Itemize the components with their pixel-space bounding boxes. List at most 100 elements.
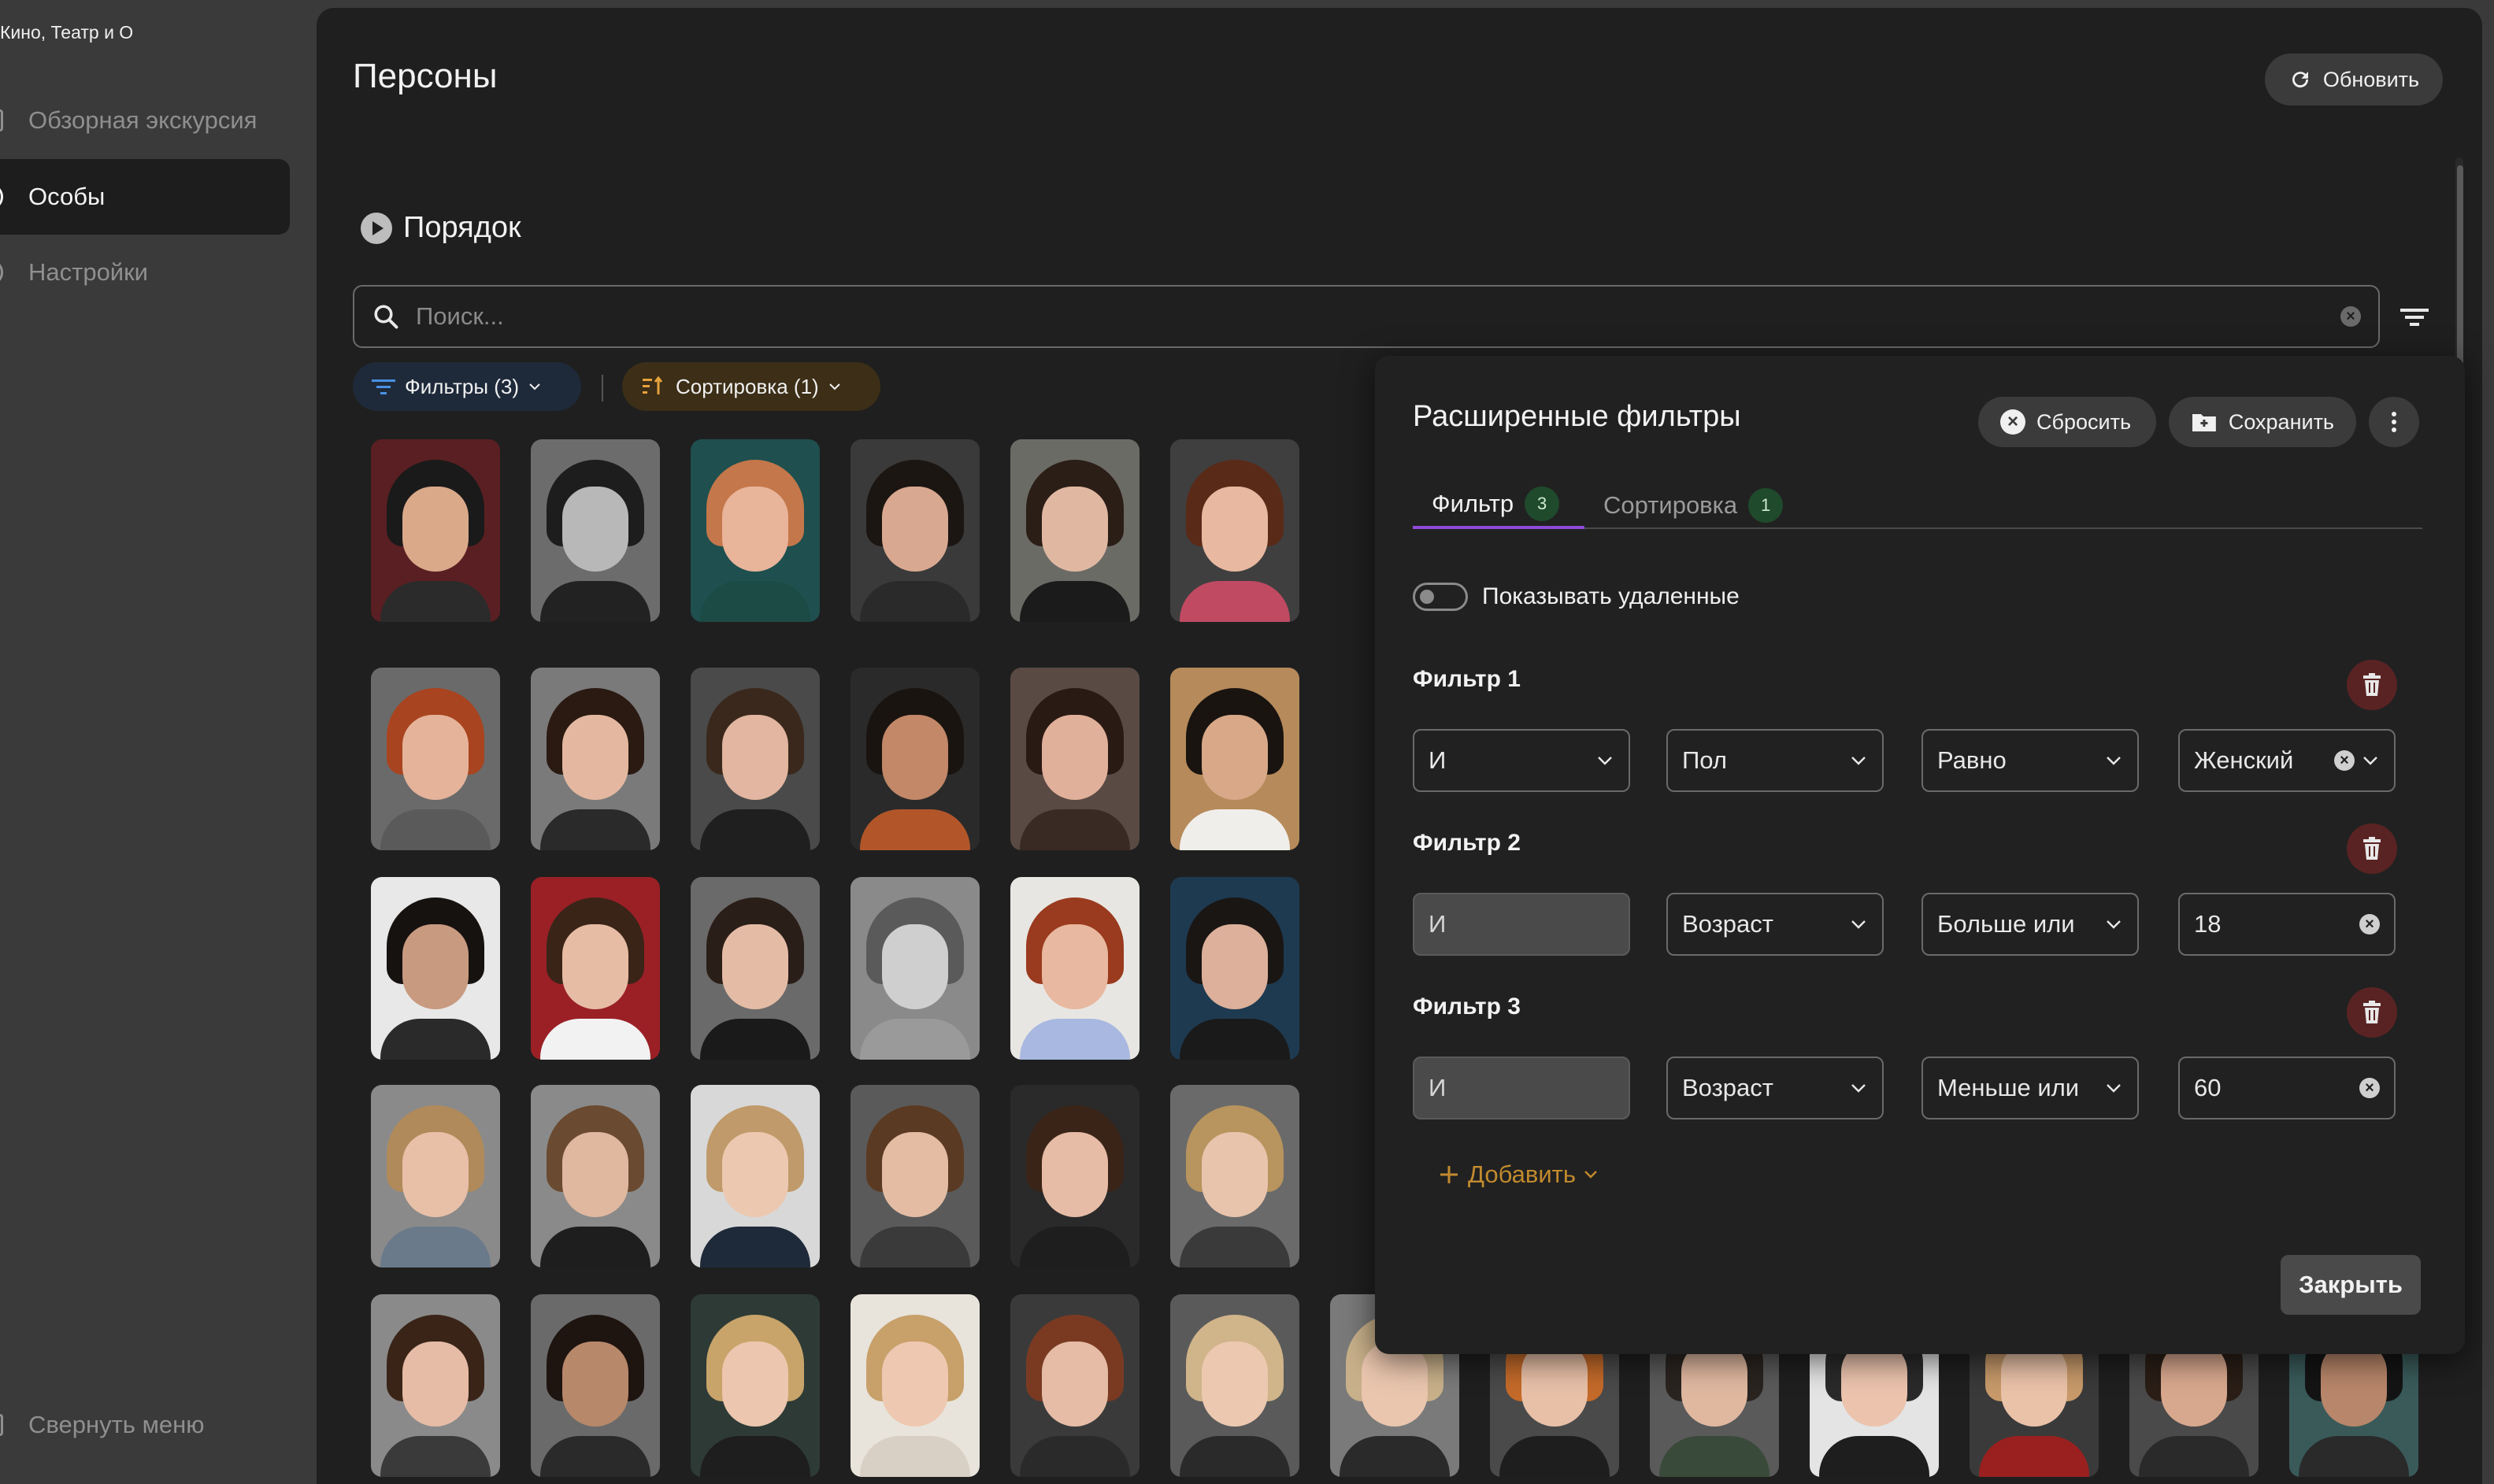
tab-filter-badge: 3: [1525, 487, 1560, 521]
person-photo-card[interactable]: [1010, 1294, 1140, 1477]
delete-filter-1-button[interactable]: [2347, 660, 2397, 710]
person-icon: [0, 183, 28, 211]
clear-value-icon[interactable]: ×: [2359, 914, 2380, 934]
sidebar-item-tour[interactable]: Обзорная экскурсия: [0, 83, 290, 158]
photo-face: [1042, 487, 1108, 572]
photo-body: [700, 1436, 810, 1477]
more-options-button[interactable]: [2369, 397, 2419, 447]
filter-1-field-select[interactable]: Пол: [1666, 729, 1884, 792]
search-input[interactable]: [416, 302, 2340, 331]
tab-filter[interactable]: Фильтр 3: [1413, 482, 1584, 529]
person-photo-card[interactable]: [371, 1085, 500, 1268]
person-photo-card[interactable]: [371, 668, 500, 850]
sidebar-item-persons[interactable]: Особы: [0, 159, 290, 235]
photo-face: [562, 924, 628, 1009]
person-photo-card[interactable]: [371, 877, 500, 1060]
sort-chip-label: Сортировка (1): [676, 374, 819, 398]
save-button[interactable]: Сохранить: [2169, 397, 2356, 447]
refresh-button[interactable]: Обновить: [2265, 54, 2443, 105]
person-photo-card[interactable]: [850, 439, 980, 622]
photo-body: [1020, 1436, 1130, 1477]
sidebar-item-settings[interactable]: Настройки: [0, 235, 290, 310]
person-photo-card[interactable]: [850, 1085, 980, 1268]
show-deleted-toggle[interactable]: [1413, 583, 1468, 611]
tab-sort-label: Сортировка: [1603, 491, 1738, 519]
person-photo-card[interactable]: [531, 1294, 660, 1477]
add-filter-button[interactable]: Добавить: [1438, 1160, 1598, 1189]
person-photo-card[interactable]: [691, 439, 820, 622]
photo-body: [860, 1436, 970, 1477]
person-photo-card[interactable]: [371, 439, 500, 622]
delete-filter-2-button[interactable]: [2347, 823, 2397, 874]
person-photo-card[interactable]: [691, 1294, 820, 1477]
person-photo-card[interactable]: [1170, 1085, 1299, 1268]
tab-sort[interactable]: Сортировка 1: [1603, 482, 1784, 529]
filter-1-value-select[interactable]: Женский ×: [2178, 729, 2396, 792]
reset-label: Сбросить: [2036, 409, 2132, 434]
filter-3-value-input[interactable]: 60 ×: [2178, 1057, 2396, 1119]
collapse-menu-button[interactable]: Свернуть меню: [0, 1387, 290, 1463]
person-photo-card[interactable]: [1170, 439, 1299, 622]
person-photo-card[interactable]: [1010, 668, 1140, 850]
clear-value-icon[interactable]: ×: [2334, 750, 2355, 771]
person-photo-card[interactable]: [531, 1085, 660, 1268]
sort-chip[interactable]: Сортировка (1): [622, 362, 880, 411]
filter-3-logic-value: И: [1429, 1074, 1447, 1101]
clear-value-icon[interactable]: ×: [2359, 1078, 2380, 1098]
photo-face: [562, 1342, 628, 1427]
person-photo-card[interactable]: [531, 877, 660, 1060]
person-photo-card[interactable]: [1170, 877, 1299, 1060]
photo-face: [1202, 924, 1268, 1009]
person-photo-card[interactable]: [371, 1294, 500, 1477]
person-photo-card[interactable]: [531, 439, 660, 622]
photo-face: [2161, 1342, 2227, 1427]
photo-body: [1020, 1019, 1130, 1060]
photo-face: [722, 1342, 788, 1427]
close-panel-button[interactable]: Закрыть: [2281, 1255, 2421, 1315]
person-photo-card[interactable]: [531, 668, 660, 850]
person-photo-card[interactable]: [1010, 439, 1140, 622]
filter-1-operator-value: Равно: [1937, 746, 2007, 774]
person-photo-card[interactable]: [850, 1294, 980, 1477]
photo-face: [1202, 1132, 1268, 1217]
collapse-icon: [0, 1411, 28, 1439]
expand-arrow-icon: [361, 212, 392, 244]
photo-face: [1042, 1132, 1108, 1217]
photo-body: [1659, 1436, 1770, 1477]
photo-body: [1180, 809, 1290, 850]
search-field[interactable]: ×: [353, 285, 2380, 348]
person-photo-card[interactable]: [691, 877, 820, 1060]
photo-body: [1499, 1436, 1610, 1477]
filter-3-operator-select[interactable]: Меньше или: [1921, 1057, 2139, 1119]
filter-1-operator-select[interactable]: Равно: [1921, 729, 2139, 792]
collapse-menu-label: Свернуть меню: [28, 1411, 205, 1438]
reset-button[interactable]: × Сбросить: [1978, 397, 2156, 447]
photo-face: [722, 715, 788, 800]
filter-1-value: Женский: [2194, 746, 2294, 774]
photo-body: [1180, 581, 1290, 622]
filter-2-operator-select[interactable]: Больше или: [1921, 893, 2139, 956]
filter-2-field-select[interactable]: Возраст: [1666, 893, 1884, 956]
person-photo-card[interactable]: [691, 668, 820, 850]
delete-filter-3-button[interactable]: [2347, 987, 2397, 1038]
person-photo-card[interactable]: [1010, 1085, 1140, 1268]
photo-body: [380, 809, 491, 850]
photo-face: [1841, 1342, 1907, 1427]
clear-search-icon[interactable]: ×: [2340, 306, 2361, 327]
filter-2-value-input[interactable]: 18 ×: [2178, 893, 2396, 956]
person-photo-card[interactable]: [691, 1085, 820, 1268]
filter-1-logic-select[interactable]: И: [1413, 729, 1630, 792]
person-photo-card[interactable]: [850, 877, 980, 1060]
photo-body: [540, 1019, 650, 1060]
filters-chip[interactable]: Фильтры (3): [353, 362, 581, 411]
person-photo-card[interactable]: [1010, 877, 1140, 1060]
photo-body: [700, 1019, 810, 1060]
tab-filter-label: Фильтр: [1432, 490, 1514, 517]
person-photo-card[interactable]: [850, 668, 980, 850]
person-photo-card[interactable]: [1170, 1294, 1299, 1477]
filter-3-field-select[interactable]: Возраст: [1666, 1057, 1884, 1119]
save-folder-icon: [2192, 414, 2216, 431]
person-photo-card[interactable]: [1170, 668, 1299, 850]
filter-menu-icon[interactable]: [2399, 304, 2430, 331]
order-toggle[interactable]: Порядок: [361, 211, 521, 245]
